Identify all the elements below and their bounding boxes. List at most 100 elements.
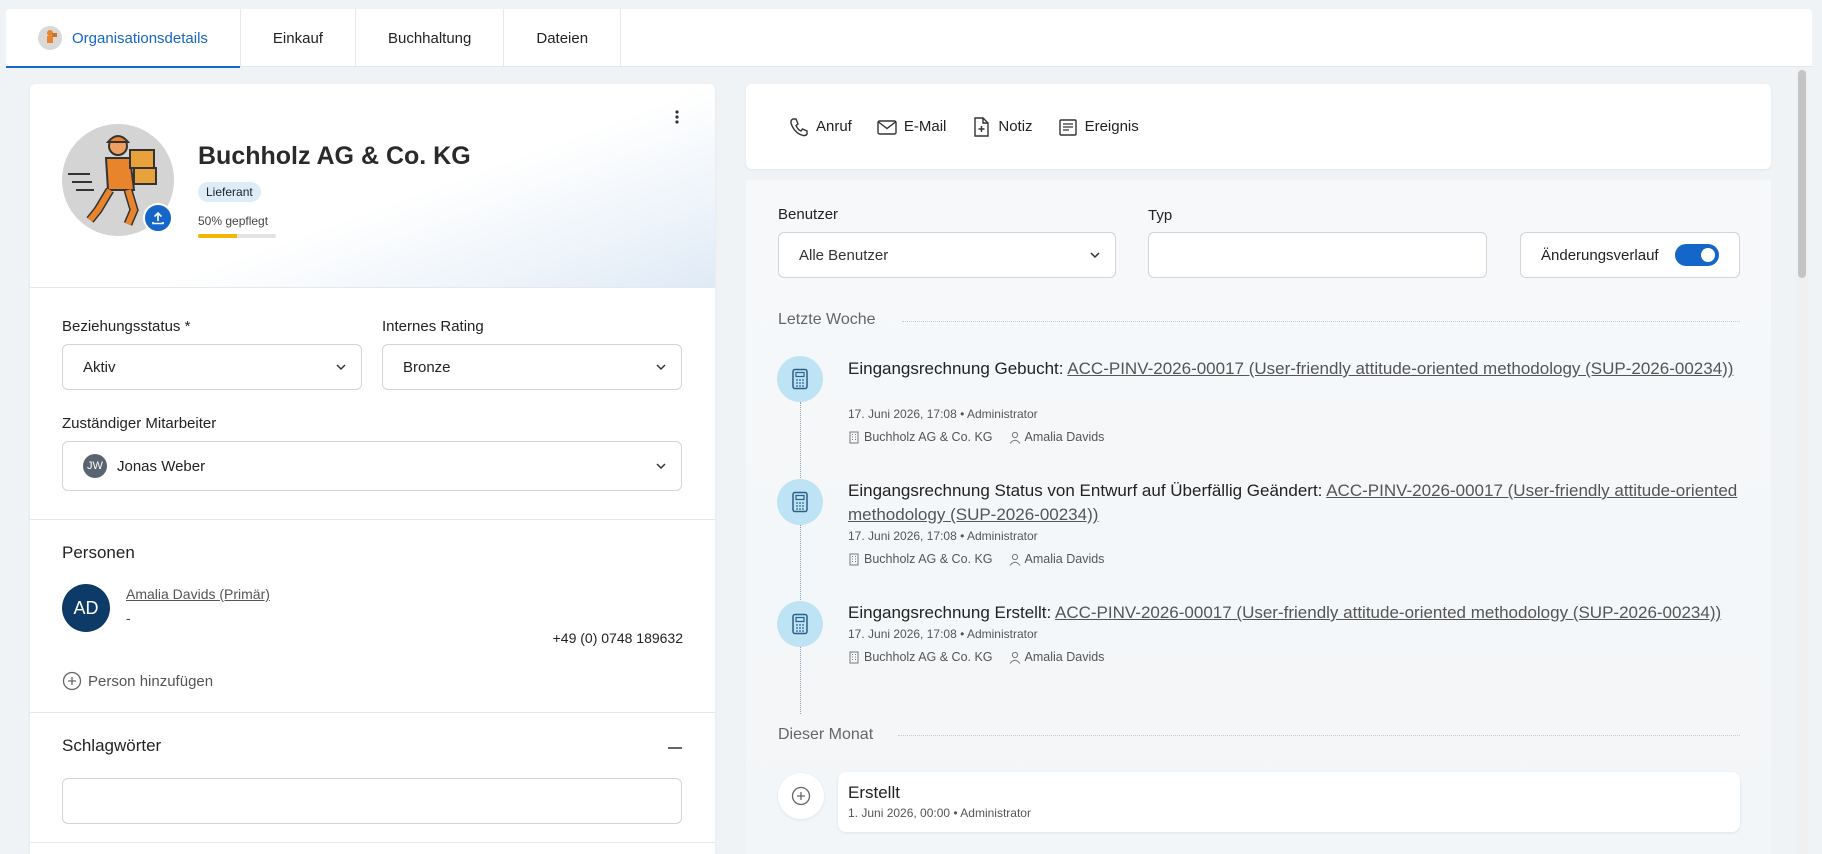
tab-label: Organisationsdetails — [72, 29, 208, 47]
timeline-entry-title: Eingangsrechnung Gebucht: ACC-PINV-2026-… — [848, 357, 1738, 381]
note-icon — [974, 116, 990, 137]
org-ref-label: Buchholz AG & Co. KG — [864, 650, 993, 664]
email-action-button[interactable]: E-Mail — [876, 116, 946, 138]
tags-input[interactable] — [62, 778, 682, 824]
org-type-badge: Lieferant — [198, 182, 261, 202]
note-label: Notiz — [998, 118, 1033, 135]
add-person-button[interactable]: Person hinzufügen — [62, 671, 213, 691]
person-name-link[interactable]: Amalia Davids (Primär) — [126, 586, 270, 602]
activity-actions-bar: Anruf E-Mail Notiz Ereignis — [746, 84, 1771, 169]
org-detail-panel: Buchholz AG & Co. KG Lieferant 50% gepfl… — [30, 84, 715, 854]
user-filter-value: Alle Benutzer — [799, 246, 889, 264]
group-divider-line — [902, 321, 1740, 322]
timeline-entry-refs: Buchholz AG & Co. KG Amalia Davids — [848, 552, 1114, 566]
tags-title: Schlagwörter — [62, 736, 162, 755]
tab-dateien[interactable]: Dateien — [504, 9, 622, 67]
group-heading-this-month: Dieser Monat — [778, 726, 874, 743]
owner-select[interactable]: JW Jonas Weber — [62, 441, 682, 491]
scrollbar-thumb[interactable] — [1798, 70, 1806, 278]
org-ref[interactable]: Buchholz AG & Co. KG — [848, 430, 993, 444]
care-level-bar — [198, 234, 276, 238]
event-action-button[interactable]: Ereignis — [1057, 116, 1139, 138]
chevron-down-icon — [656, 364, 666, 371]
owner-avatar: JW — [83, 454, 107, 478]
timeline-entry-icon — [777, 601, 823, 647]
user-filter-label: Benutzer — [778, 206, 839, 223]
page-scrollbar[interactable] — [1796, 68, 1808, 854]
owner-value: Jonas Weber — [117, 457, 206, 475]
add-person-label: Person hinzufügen — [88, 672, 214, 690]
tab-label: Einkauf — [272, 29, 323, 47]
person-ref-label: Amalia Davids — [1024, 552, 1105, 566]
tab-organisationsdetails[interactable]: Organisationsdetails — [6, 9, 241, 68]
timeline-entry-meta: 17. Juni 2026, 17:08 • Administrator — [848, 627, 1038, 641]
tab-buchhaltung[interactable]: Buchhaltung — [356, 9, 505, 67]
group-heading-last-week: Letzte Woche — [778, 311, 876, 328]
org-ref-label: Buchholz AG & Co. KG — [864, 430, 993, 444]
phone-icon — [790, 117, 808, 136]
relationship-status-label: Beziehungsstatus * — [62, 318, 191, 335]
tab-einkauf[interactable]: Einkauf — [241, 9, 356, 67]
internal-rating-label: Internes Rating — [382, 318, 484, 335]
chevron-down-icon — [336, 364, 346, 371]
person-subtitle: - — [126, 610, 131, 626]
chevron-down-icon — [656, 463, 666, 470]
calculator-icon — [792, 491, 808, 513]
collapse-tags-button[interactable] — [667, 740, 683, 756]
owner-label: Zuständiger Mitarbeiter — [62, 415, 217, 432]
plus-circle-icon — [62, 671, 82, 691]
user-filter-select[interactable]: Alle Benutzer — [778, 232, 1116, 278]
timeline-entry-meta: 17. Juni 2026, 17:08 • Administrator — [848, 529, 1038, 543]
call-action-button[interactable]: Anruf — [788, 116, 852, 138]
person-ref[interactable]: Amalia Davids — [1009, 552, 1105, 566]
upload-icon — [152, 211, 164, 225]
tab-bar: Organisationsdetails Einkauf Buchhaltung… — [6, 9, 1812, 68]
care-level-text: 50% gepflegt — [198, 214, 269, 228]
org-header: Buchholz AG & Co. KG Lieferant 50% gepfl… — [30, 84, 715, 288]
history-toggle-box: Änderungsverlauf — [1520, 232, 1740, 278]
timeline-entry-refs: Buchholz AG & Co. KG Amalia Davids — [848, 650, 1114, 664]
timeline-entry-refs: Buchholz AG & Co. KG Amalia Davids — [848, 430, 1114, 444]
created-title: Erstellt — [848, 783, 900, 802]
building-icon — [849, 553, 859, 565]
section-divider — [30, 712, 715, 713]
invoice-link[interactable]: ACC-PINV-2026-00017 (User-friendly attit… — [1067, 359, 1733, 378]
call-label: Anruf — [816, 118, 852, 135]
person-phone: +49 (0) 0748 189632 — [552, 630, 683, 646]
timeline-entry-meta: 17. Juni 2026, 17:08 • Administrator — [848, 407, 1038, 421]
created-entry-icon — [778, 773, 824, 819]
group-divider-line — [898, 735, 1740, 736]
plus-circle-icon — [791, 786, 811, 806]
person-ref-label: Amalia Davids — [1024, 650, 1105, 664]
upload-avatar-button[interactable] — [143, 203, 173, 233]
person-ref-label: Amalia Davids — [1024, 430, 1105, 444]
event-label: Ereignis — [1084, 118, 1139, 135]
note-action-button[interactable]: Notiz — [970, 116, 1033, 138]
relationship-status-select[interactable]: Aktiv — [62, 344, 362, 390]
timeline-entry-title: Eingangsrechnung Status von Entwurf auf … — [848, 479, 1738, 527]
more-options-button[interactable] — [667, 104, 687, 130]
invoice-link[interactable]: ACC-PINV-2026-00017 (User-friendly attit… — [1055, 603, 1721, 622]
created-meta: 1. Juni 2026, 00:00 • Administrator — [848, 806, 1031, 820]
org-ref[interactable]: Buchholz AG & Co. KG — [848, 650, 993, 664]
minus-icon — [668, 747, 682, 749]
person-icon — [1009, 431, 1020, 444]
person-ref[interactable]: Amalia Davids — [1009, 650, 1105, 664]
org-ref-label: Buchholz AG & Co. KG — [864, 552, 993, 566]
history-toggle[interactable] — [1675, 244, 1719, 266]
history-toggle-label: Änderungsverlauf — [1541, 246, 1659, 264]
type-filter-input[interactable] — [1148, 232, 1487, 278]
entry-title-text: Eingangsrechnung Erstellt: — [848, 603, 1052, 622]
section-divider — [30, 842, 715, 843]
person-ref[interactable]: Amalia Davids — [1009, 430, 1105, 444]
tab-label: Dateien — [536, 29, 589, 47]
internal-rating-value: Bronze — [403, 358, 451, 376]
mail-icon — [877, 119, 897, 135]
person-avatar: AD — [62, 584, 110, 632]
calculator-icon — [792, 613, 808, 635]
internal-rating-select[interactable]: Bronze — [382, 344, 682, 390]
building-icon — [849, 651, 859, 663]
org-ref[interactable]: Buchholz AG & Co. KG — [848, 552, 993, 566]
entry-title-text: Eingangsrechnung Gebucht: — [848, 359, 1064, 378]
more-vertical-icon — [675, 110, 679, 124]
